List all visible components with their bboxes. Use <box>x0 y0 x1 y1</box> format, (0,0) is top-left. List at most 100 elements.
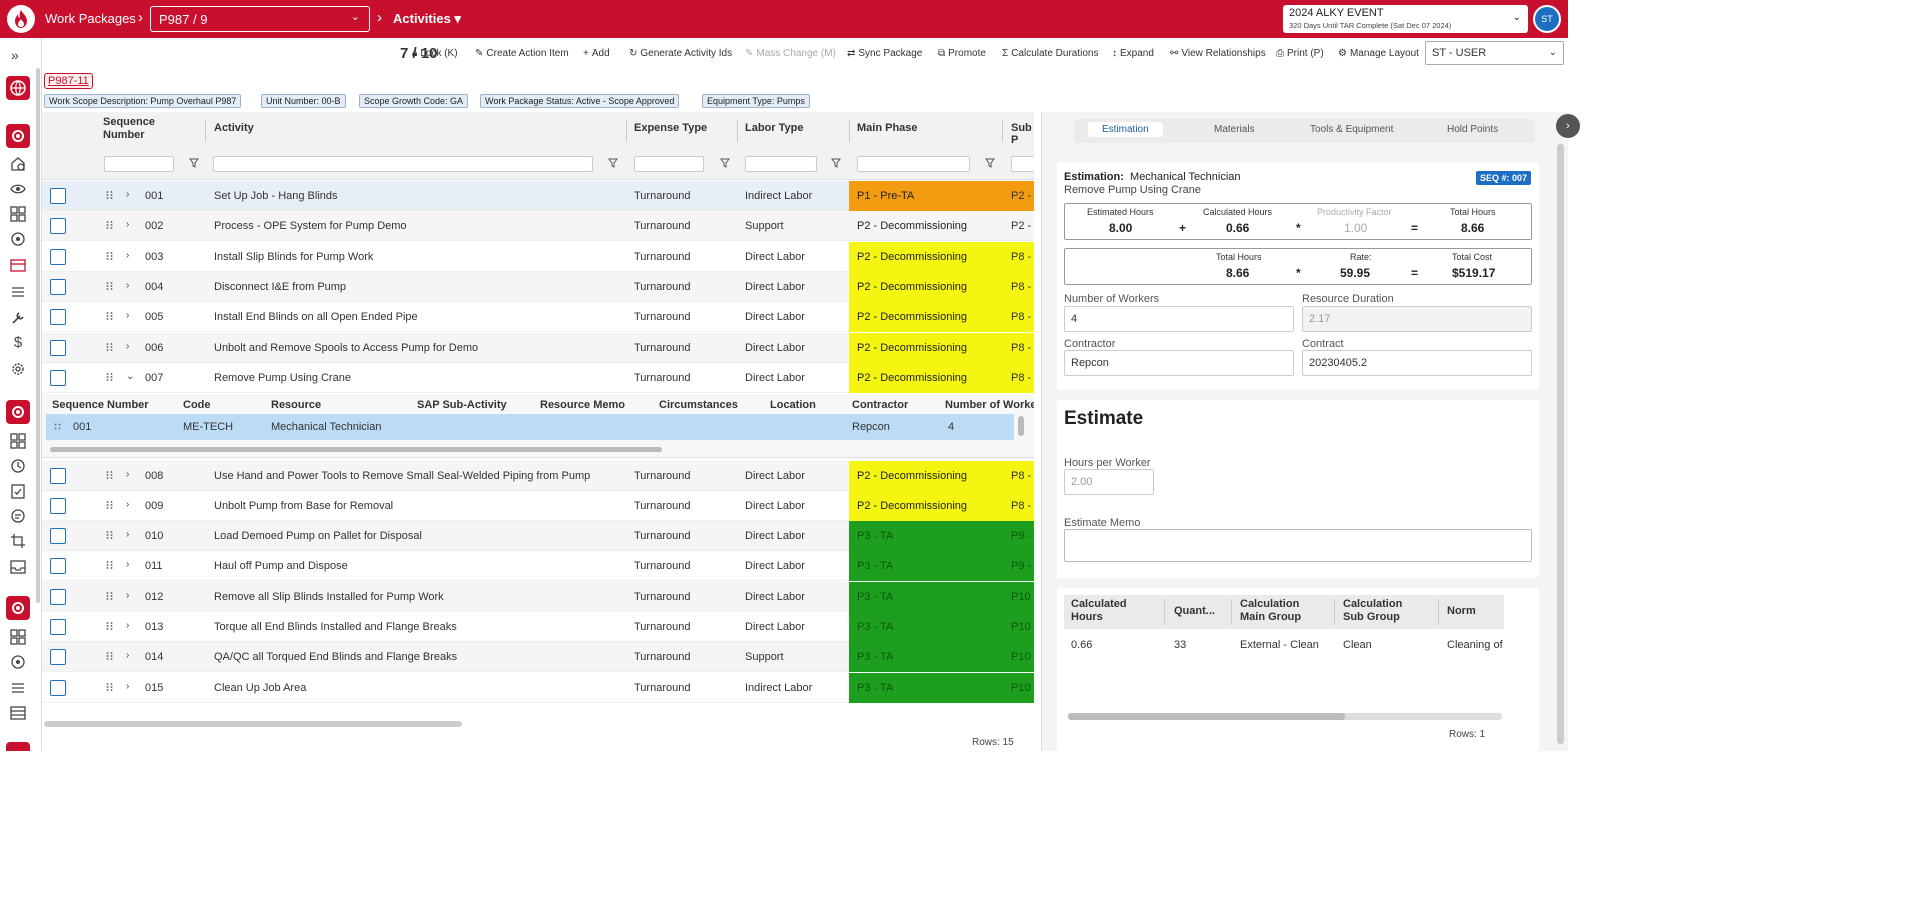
table-row[interactable]: › 015 Clean Up Job Area Turnaround Indirect … <box>42 672 1034 703</box>
row-checkbox[interactable] <box>50 278 66 295</box>
drag-handle-icon[interactable] <box>106 651 114 661</box>
generate-activity-ids-button[interactable]: ↻ Generate Activity Ids <box>629 48 732 59</box>
drag-handle-icon[interactable] <box>106 500 114 510</box>
list-icon[interactable] <box>9 679 27 697</box>
ct-header-calculated-hours[interactable]: Calculated Hours <box>1071 598 1161 624</box>
sync-package-button[interactable]: ⇄ Sync Package <box>847 48 922 59</box>
lock-button[interactable]: 🔒︎ Lock (K) <box>412 48 458 59</box>
column-divider[interactable] <box>626 120 627 142</box>
grid-horizontal-scrollbar[interactable] <box>44 721 462 727</box>
chevron-right-icon[interactable]: › <box>126 650 129 661</box>
tab-tools-equipment[interactable]: Tools & Equipment <box>1310 124 1393 135</box>
detail-header-sap-sub-activity[interactable]: SAP Sub-Activity <box>417 399 507 411</box>
panel-vertical-scrollbar[interactable] <box>1557 144 1564 744</box>
drag-handle-icon[interactable] <box>106 372 114 382</box>
collapse-panel-button[interactable]: › <box>1556 114 1580 138</box>
list-icon[interactable] <box>9 283 27 301</box>
chevron-down-icon[interactable]: ⌄ <box>126 371 134 382</box>
drag-handle-icon[interactable] <box>106 591 114 601</box>
globe-icon[interactable] <box>6 76 30 100</box>
detail-header-circumstances[interactable]: Circumstances <box>659 399 738 411</box>
detail-header-resource-memo[interactable]: Resource Memo <box>540 399 625 411</box>
mass-change-button[interactable]: ✎ Mass Change (M) <box>745 48 836 59</box>
table-row[interactable]: › 009 Unbolt Pump from Base for Removal Tur… <box>42 490 1034 521</box>
drag-handle-icon[interactable] <box>106 251 114 261</box>
settings-module-icon[interactable] <box>6 124 30 148</box>
column-divider[interactable] <box>1164 599 1165 625</box>
chevron-right-icon[interactable]: › <box>126 590 129 601</box>
chevron-right-icon[interactable]: › <box>126 620 129 631</box>
column-header-activity[interactable]: Activity <box>214 122 254 134</box>
row-checkbox[interactable] <box>50 467 66 484</box>
nav-scrollbar[interactable] <box>36 68 40 603</box>
column-divider[interactable] <box>1002 120 1003 142</box>
dashboard-icon[interactable] <box>9 205 27 223</box>
row-checkbox[interactable] <box>50 339 66 356</box>
detail-header-location[interactable]: Location <box>770 399 816 411</box>
target-icon[interactable] <box>9 230 27 248</box>
print-button[interactable]: ⎙ Print (P) <box>1276 48 1324 59</box>
row-checkbox[interactable] <box>50 309 66 326</box>
gear-icon[interactable] <box>9 360 27 378</box>
column-header-labor-type[interactable]: Labor Type <box>745 122 803 134</box>
filter-icon[interactable] <box>189 158 199 168</box>
column-header-sub-phase[interactable]: Sub P <box>1011 122 1034 146</box>
row-checkbox[interactable] <box>50 218 66 235</box>
app-title[interactable]: Work Packages <box>45 11 136 26</box>
chevron-right-icon[interactable]: › <box>126 559 129 570</box>
dollar-icon[interactable]: $ <box>9 334 27 352</box>
promote-button[interactable]: ⧉ Promote <box>938 48 986 59</box>
ct-header-norm[interactable]: Norm <box>1447 605 1476 618</box>
row-checkbox[interactable] <box>50 588 66 605</box>
tab-estimation[interactable]: Estimation <box>1088 122 1163 137</box>
dashboard-icon[interactable] <box>9 432 27 450</box>
target-icon[interactable] <box>9 653 27 671</box>
filter-input-activity[interactable] <box>213 156 593 172</box>
drag-handle-icon[interactable] <box>106 682 114 692</box>
filter-input-main-phase[interactable] <box>857 156 970 172</box>
column-header-expense-type[interactable]: Expense Type <box>634 122 707 134</box>
column-header-main-phase[interactable]: Main Phase <box>857 122 918 134</box>
table-row[interactable]: › 002 Process - OPE System for Pump Demo Tu… <box>42 211 1034 242</box>
package-icon[interactable] <box>9 256 27 274</box>
table-row[interactable]: › 012 Remove all Slip Blinds Installed for… <box>42 581 1034 612</box>
settings-module-icon[interactable] <box>6 400 30 424</box>
filter-icon[interactable] <box>831 158 841 168</box>
calculate-durations-button[interactable]: Σ Calculate Durations <box>1002 48 1098 59</box>
activities-menu[interactable]: Activities ▾ <box>393 11 461 27</box>
role-select[interactable]: ST - USER ⌄ <box>1425 41 1564 65</box>
clipboard-check-icon[interactable] <box>9 482 27 500</box>
row-checkbox[interactable] <box>50 369 66 386</box>
expand-nav-icon[interactable]: » <box>11 47 29 65</box>
settings-module-icon[interactable] <box>6 596 30 620</box>
table-row[interactable]: › 003 Install Slip Blinds for Pump Work Tur… <box>42 241 1034 272</box>
row-checkbox[interactable] <box>50 679 66 696</box>
table-row[interactable]: › 005 Install End Blinds on all Open Ended… <box>42 302 1034 333</box>
ct-header-main-group[interactable]: Calculation Main Group <box>1240 598 1335 624</box>
event-select[interactable]: 2024 ALKY EVENT 320 Days Until TAR Compl… <box>1283 5 1528 33</box>
row-checkbox[interactable] <box>50 528 66 545</box>
table-icon[interactable] <box>9 704 27 722</box>
drag-handle-icon[interactable] <box>106 530 114 540</box>
detail-header-sequence[interactable]: Sequence Number <box>52 399 149 411</box>
history-icon[interactable] <box>9 457 27 475</box>
detail-header-resource[interactable]: Resource <box>271 399 321 411</box>
row-checkbox[interactable] <box>50 248 66 265</box>
user-avatar[interactable]: ST <box>1533 5 1561 33</box>
contract-input[interactable]: 20230405.2 <box>1302 350 1532 376</box>
drag-handle-icon[interactable] <box>106 311 114 321</box>
detail-vertical-scrollbar[interactable] <box>1018 416 1024 436</box>
workers-input[interactable]: 4 <box>1064 306 1294 332</box>
chevron-right-icon[interactable]: › <box>126 499 129 510</box>
resource-row[interactable]: 001 ME-TECH Mechanical Technician Repcon… <box>46 414 1014 440</box>
inbox-icon[interactable] <box>9 558 27 576</box>
row-checkbox[interactable] <box>50 619 66 635</box>
filter-icon[interactable] <box>608 158 618 168</box>
filter-input-expense-type[interactable] <box>634 156 704 172</box>
chevron-right-icon[interactable]: › <box>126 250 129 261</box>
table-row[interactable]: › 013 Torque all End Blinds Installed and … <box>42 612 1034 642</box>
manage-layout-button[interactable]: ⚙ Manage Layout <box>1338 48 1419 59</box>
table-row[interactable]: › 014 QA/QC all Torqued End Blinds and Fla… <box>42 642 1034 673</box>
flame-logo-icon[interactable] <box>7 5 35 33</box>
filter-input-labor-type[interactable] <box>745 156 817 172</box>
